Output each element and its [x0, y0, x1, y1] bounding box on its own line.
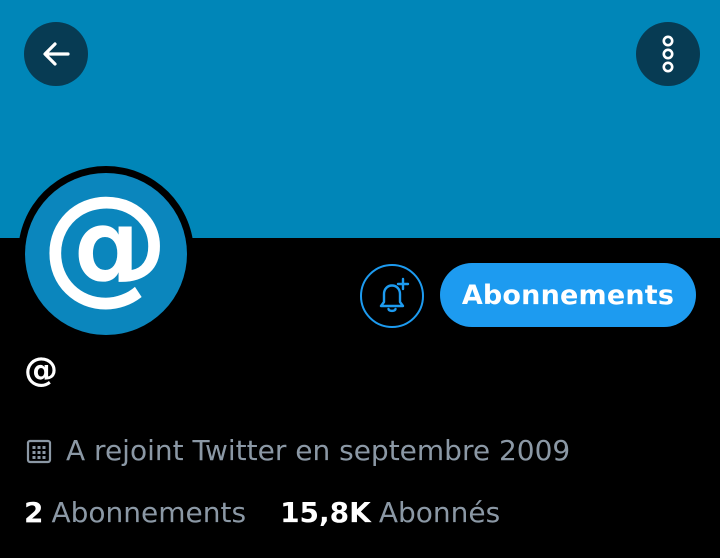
following-button[interactable]: Abonnements [440, 263, 696, 327]
following-count: 2 [24, 496, 44, 529]
joined-date: A rejoint Twitter en septembre 2009 [24, 434, 570, 467]
following-label: Abonnements [51, 496, 247, 529]
calendar-icon [24, 436, 54, 466]
profile-handle: @ [24, 350, 58, 390]
at-sign-logo: @ [41, 173, 169, 318]
bell-plus-icon [379, 277, 410, 313]
more-options-button[interactable] [636, 22, 700, 86]
followers-count: 15,8K [280, 496, 371, 529]
joined-text: A rejoint Twitter en septembre 2009 [66, 434, 571, 467]
followers-label: Abonnés [378, 496, 501, 529]
more-vertical-icon [662, 35, 674, 73]
avatar[interactable]: @ [18, 166, 194, 342]
arrow-left-icon [43, 42, 70, 66]
notifications-button[interactable] [360, 264, 424, 328]
followers-stat[interactable]: 15,8K Abonnés [280, 496, 500, 529]
back-button[interactable] [24, 22, 88, 86]
following-stat[interactable]: 2 Abonnements [24, 496, 246, 529]
avatar-symbol: @ [41, 173, 169, 318]
profile-stats: 2 Abonnements 15,8K Abonnés [24, 496, 500, 529]
avatar-image: @ [25, 173, 187, 335]
